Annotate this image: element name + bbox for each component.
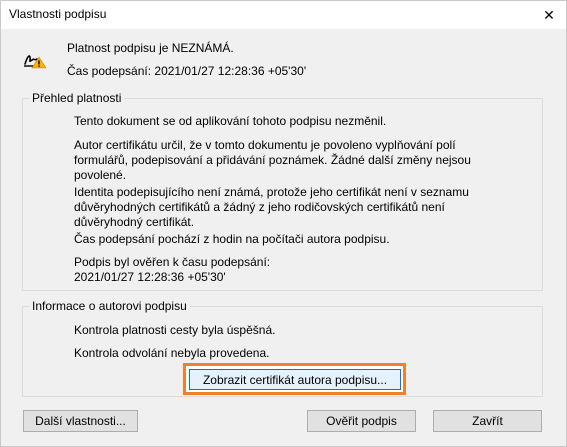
summary-paragraph: Identita podepisujícího není známá, prot… xyxy=(74,185,469,229)
title-bar: Vlastnosti podpisu ✕ xyxy=(1,1,566,29)
summary-paragraph: Autor certifikátu určil, že v tomto doku… xyxy=(74,138,471,182)
signature-warning-icon xyxy=(24,55,47,69)
validity-status: Platnost podpisu je NEZNÁMÁ. xyxy=(67,41,234,55)
close-window-button[interactable]: ✕ xyxy=(538,4,560,26)
show-signer-certificate-button[interactable]: Zobrazit certifikát autora podpisu... xyxy=(189,369,401,390)
signer-info-paragraph: Kontrola platnosti cesty byla úspěšná. xyxy=(74,323,276,337)
validity-summary-legend: Přehled platnosti xyxy=(29,91,125,105)
close-icon: ✕ xyxy=(543,6,555,23)
signer-info-paragraph: Kontrola odvolání nebyla provedena. xyxy=(74,346,270,360)
dialog-title: Vlastnosti podpisu xyxy=(9,7,107,21)
verify-signature-button[interactable]: Ověřit podpis xyxy=(307,410,416,432)
summary-paragraph: Podpis byl ověřen k času podepsání: 2021… xyxy=(74,255,271,284)
summary-paragraph: Tento dokument se od aplikování tohoto p… xyxy=(74,114,387,128)
signer-info-legend: Informace o autorovi podpisu xyxy=(29,299,190,313)
signing-time: Čas podepsání: 2021/01/27 12:28:36 +05'3… xyxy=(67,64,307,78)
summary-paragraph: Čas podepsání pochází z hodin na počítač… xyxy=(74,232,390,246)
signature-properties-dialog: Vlastnosti podpisu ✕ Platnost podpisu je… xyxy=(0,0,567,447)
more-properties-button[interactable]: Další vlastnosti... xyxy=(23,410,138,432)
close-button[interactable]: Zavřít xyxy=(433,410,542,432)
